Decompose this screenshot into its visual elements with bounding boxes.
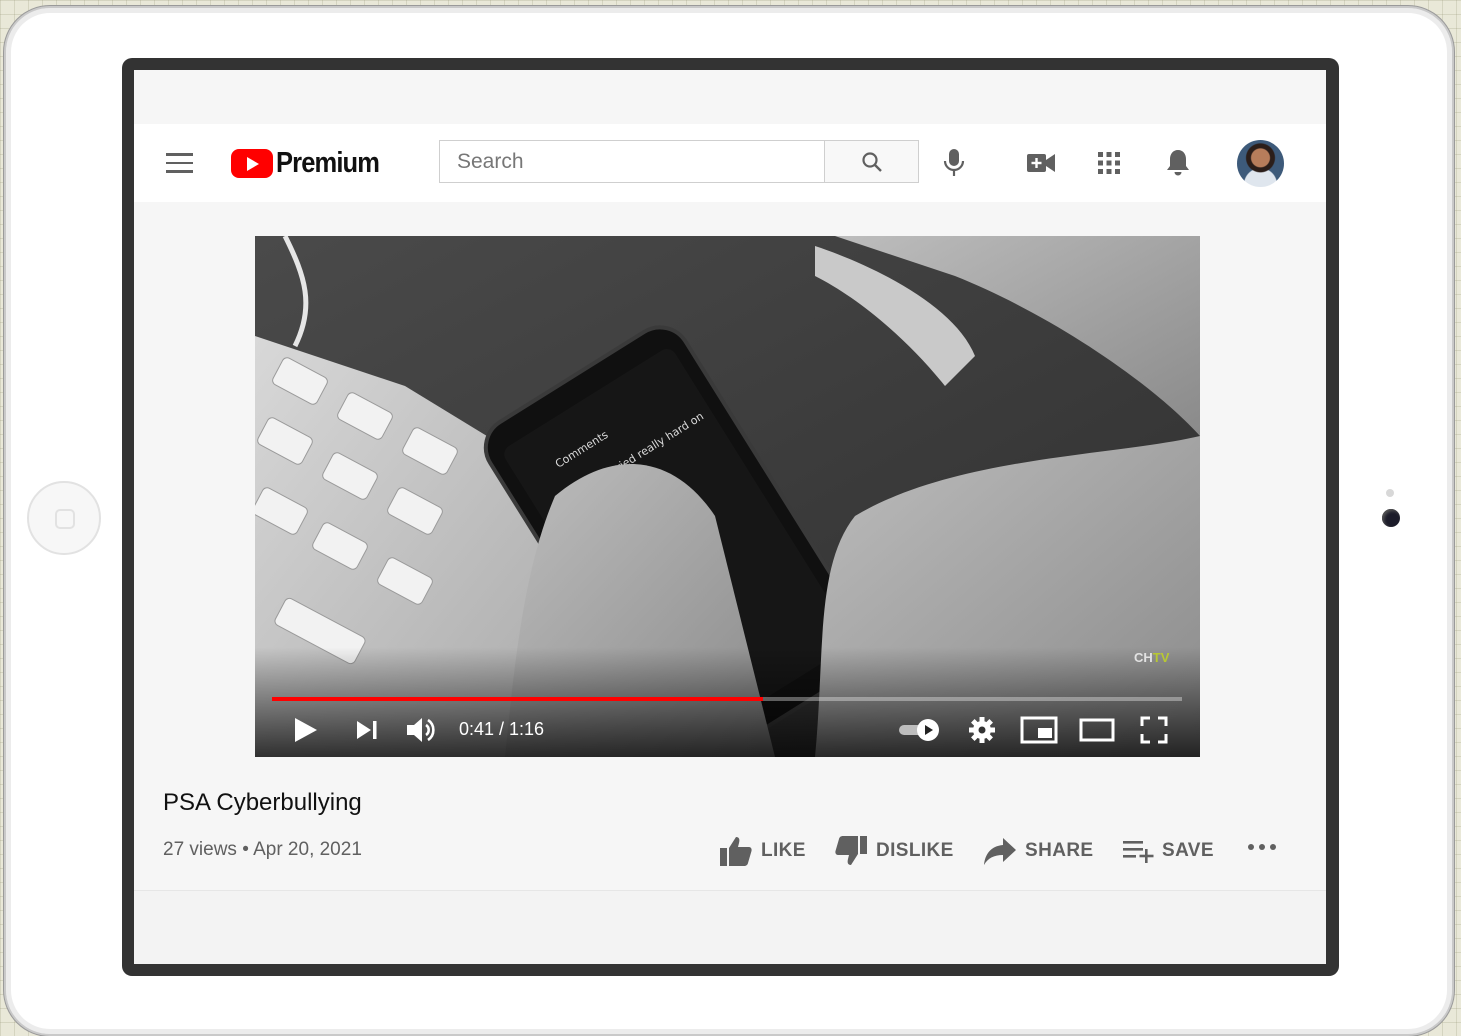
dislike-label: DISLIKE xyxy=(876,840,954,861)
next-icon[interactable] xyxy=(356,720,378,740)
brand-text: Premium xyxy=(276,146,380,179)
sensor-dot xyxy=(1386,489,1394,497)
search-input[interactable]: Search xyxy=(439,140,825,183)
progress-bar[interactable] xyxy=(272,697,1182,701)
thumb-down-icon xyxy=(835,836,867,865)
front-camera xyxy=(1382,509,1400,527)
miniplayer-icon[interactable] xyxy=(1020,716,1058,744)
mic-icon[interactable] xyxy=(942,148,966,178)
more-icon[interactable] xyxy=(1247,842,1277,852)
create-video-icon[interactable] xyxy=(1026,152,1056,174)
share-label: SHARE xyxy=(1025,840,1094,861)
share-button[interactable]: SHARE xyxy=(983,834,1094,868)
autoplay-toggle-icon[interactable] xyxy=(897,718,941,742)
home-button xyxy=(27,481,101,555)
save-button[interactable]: SAVE xyxy=(1122,834,1214,868)
progress-played xyxy=(272,697,764,701)
youtube-screen: Premium Search Comments blog.04 I'm trie… xyxy=(134,70,1326,964)
like-label: LIKE xyxy=(761,840,806,861)
controls-gradient xyxy=(255,647,1200,757)
save-label: SAVE xyxy=(1162,840,1214,861)
video-title: PSA Cyberbullying xyxy=(163,789,362,816)
play-icon[interactable] xyxy=(293,716,319,744)
youtube-play-logo-icon xyxy=(231,148,273,178)
menu-icon[interactable] xyxy=(166,153,193,173)
top-header: Premium Search xyxy=(134,124,1326,202)
avatar[interactable] xyxy=(1237,140,1284,187)
notifications-icon[interactable] xyxy=(1165,148,1191,178)
below-content-area xyxy=(134,890,1326,964)
theater-icon[interactable] xyxy=(1079,718,1115,742)
save-playlist-icon xyxy=(1123,841,1154,863)
video-meta: 27 views • Apr 20, 2021 xyxy=(163,839,362,860)
apps-icon[interactable] xyxy=(1097,151,1121,175)
thumb-up-icon xyxy=(720,837,752,866)
search-icon xyxy=(862,152,882,172)
channel-watermark: CHTV xyxy=(1134,650,1170,665)
time-display: 0:41 / 1:16 xyxy=(459,719,545,739)
youtube-premium-logo[interactable]: Premium xyxy=(231,147,393,179)
dislike-button[interactable]: DISLIKE xyxy=(834,834,954,868)
settings-icon[interactable] xyxy=(968,716,996,744)
fullscreen-icon[interactable] xyxy=(1140,716,1168,744)
video-player[interactable]: Comments blog.04 I'm tried really hard o… xyxy=(255,236,1200,757)
like-button[interactable]: LIKE xyxy=(719,834,806,868)
volume-icon[interactable] xyxy=(406,716,438,744)
search-button[interactable] xyxy=(825,140,919,183)
share-icon xyxy=(984,838,1016,865)
